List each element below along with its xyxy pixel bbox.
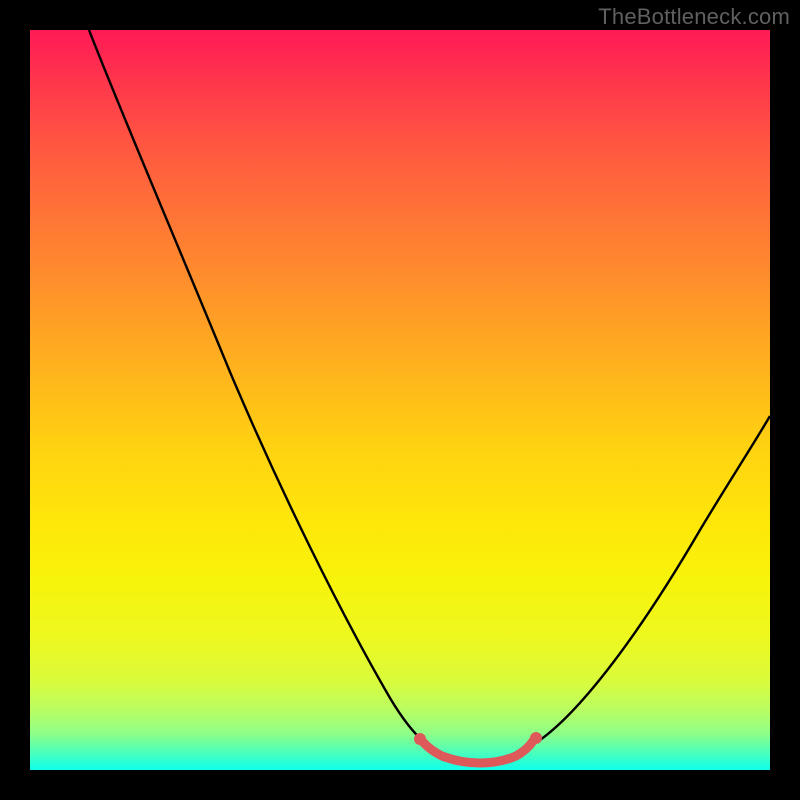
- curve-layer: [30, 30, 770, 770]
- watermark-text: TheBottleneck.com: [598, 4, 790, 30]
- red-dot-left: [414, 733, 426, 745]
- plot-area: [30, 30, 770, 770]
- chart-frame: TheBottleneck.com: [0, 0, 800, 800]
- red-basin-marker: [423, 741, 533, 763]
- black-curve: [89, 30, 770, 762]
- red-dot-right: [530, 732, 542, 744]
